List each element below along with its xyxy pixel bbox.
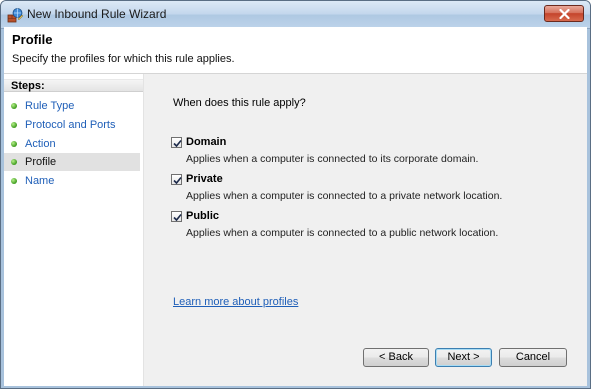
public-description: Applies when a computer is connected to … [186,227,499,239]
close-icon [559,9,570,19]
back-button[interactable]: < Back [363,348,429,367]
step-bullet-icon [11,103,17,109]
step-name[interactable]: Name [4,172,140,190]
step-rule-type[interactable]: Rule Type [4,97,140,115]
step-profile[interactable]: Profile [4,153,140,171]
step-label: Action [25,138,56,150]
private-label[interactable]: Private [186,173,223,185]
domain-description: Applies when a computer is connected to … [186,153,479,165]
step-action[interactable]: Action [4,135,140,153]
close-button[interactable] [544,5,584,22]
wizard-window: New Inbound Rule Wizard Profile Specify … [0,0,591,389]
page-title: Profile [12,32,53,47]
firewall-wizard-icon [7,7,24,23]
checkmark-icon [173,213,182,222]
public-label[interactable]: Public [186,210,219,222]
page-header: Profile Specify the profiles for which t… [4,27,587,74]
public-checkbox[interactable] [171,211,182,222]
domain-label[interactable]: Domain [186,136,226,148]
private-checkbox[interactable] [171,174,182,185]
checkmark-icon [173,176,182,185]
window-title: New Inbound Rule Wizard [27,7,167,21]
step-bullet-icon [11,178,17,184]
step-bullet-icon [11,141,17,147]
question-text: When does this rule apply? [173,97,306,109]
steps-panel: Steps: Rule Type Protocol and Ports Acti… [4,74,144,386]
domain-checkbox[interactable] [171,137,182,148]
title-bar[interactable]: New Inbound Rule Wizard [1,1,590,29]
cancel-button[interactable]: Cancel [499,348,567,367]
checkmark-icon [173,139,182,148]
profile-content: When does this rule apply? Domain Applie… [144,74,587,386]
steps-heading: Steps: [4,79,143,92]
step-label: Rule Type [25,100,75,112]
step-bullet-icon [11,122,17,128]
next-button[interactable]: Next > [435,348,492,367]
step-label: Protocol and Ports [25,119,116,131]
learn-more-link[interactable]: Learn more about profiles [173,296,298,308]
page-subtitle: Specify the profiles for which this rule… [12,53,235,65]
step-protocol-and-ports[interactable]: Protocol and Ports [4,116,140,134]
step-label: Profile [25,156,57,168]
wizard-body: Steps: Rule Type Protocol and Ports Acti… [4,74,587,386]
step-label: Name [25,175,55,187]
step-bullet-icon [11,159,17,165]
private-description: Applies when a computer is connected to … [186,190,503,202]
